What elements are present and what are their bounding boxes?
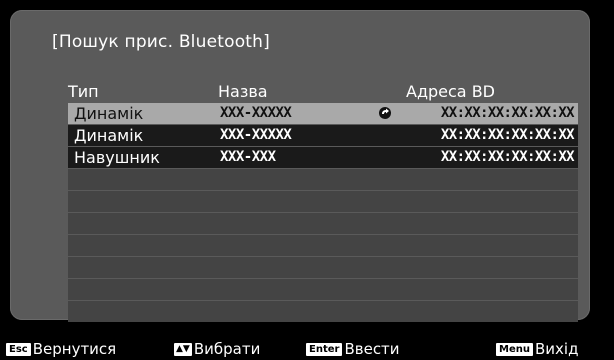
enter-key-icon: Enter [306,342,343,356]
up-down-key-icon: ▲▼ [174,342,192,356]
device-address: XX:XX:XX:XX:XX:XX [440,105,575,121]
menu-key-icon: Menu [496,342,533,356]
hint-enter[interactable]: Enter Ввести [306,340,400,358]
projector-screen: [Пошук прис. Bluetooth] Тип Назва Адреса… [0,0,614,335]
hint-enter-label: Ввести [344,340,400,358]
device-address: XX:XX:XX:XX:XX:XX [440,127,575,143]
device-name: XXX-XXXXX [220,127,292,143]
device-row[interactable]: Динамік XXX-XXXXX XX:XX:XX:XX:XX:XX [68,125,578,146]
hint-back[interactable]: Esc Вернутися [6,340,116,358]
hint-exit[interactable]: Menu Вихід [496,340,578,358]
empty-row [68,191,578,212]
device-type: Динамік [74,104,144,123]
device-list: Динамік XXX-XXXXX XX:XX:XX:XX:XX:XX Дина… [68,103,578,323]
bluetooth-search-panel: [Пошук прис. Bluetooth] Тип Назва Адреса… [10,10,590,323]
device-row[interactable]: Динамік XXX-XXXXX XX:XX:XX:XX:XX:XX [68,103,578,124]
hint-back-label: Вернутися [32,340,117,358]
device-type: Динамік [74,126,144,145]
empty-row [68,279,578,300]
header-address: Адреса BD [406,82,495,101]
device-address: XX:XX:XX:XX:XX:XX [440,149,575,165]
connected-link-icon [379,107,391,119]
esc-key-icon: Esc [6,342,31,356]
empty-row [68,235,578,256]
header-name: Назва [218,82,268,101]
key-hint-bar: Esc Вернутися ▲▼ Вибрати Enter Ввести Me… [0,337,614,360]
table-header: Тип Назва Адреса BD [68,82,578,102]
hint-select-label: Вибрати [193,340,261,358]
hint-exit-label: Вихід [534,340,579,358]
empty-row [68,301,578,322]
empty-row [68,169,578,190]
hint-select[interactable]: ▲▼ Вибрати [174,340,260,358]
empty-row [68,213,578,234]
empty-row [68,257,578,278]
panel-title: [Пошук прис. Bluetooth] [52,32,270,52]
header-type: Тип [68,82,99,101]
device-type: Навушник [74,148,160,167]
device-name: XXX-XXXXX [220,105,292,121]
device-row[interactable]: Навушник XXX-XXX XX:XX:XX:XX:XX:XX [68,147,578,168]
device-name: XXX-XXX [220,149,276,165]
